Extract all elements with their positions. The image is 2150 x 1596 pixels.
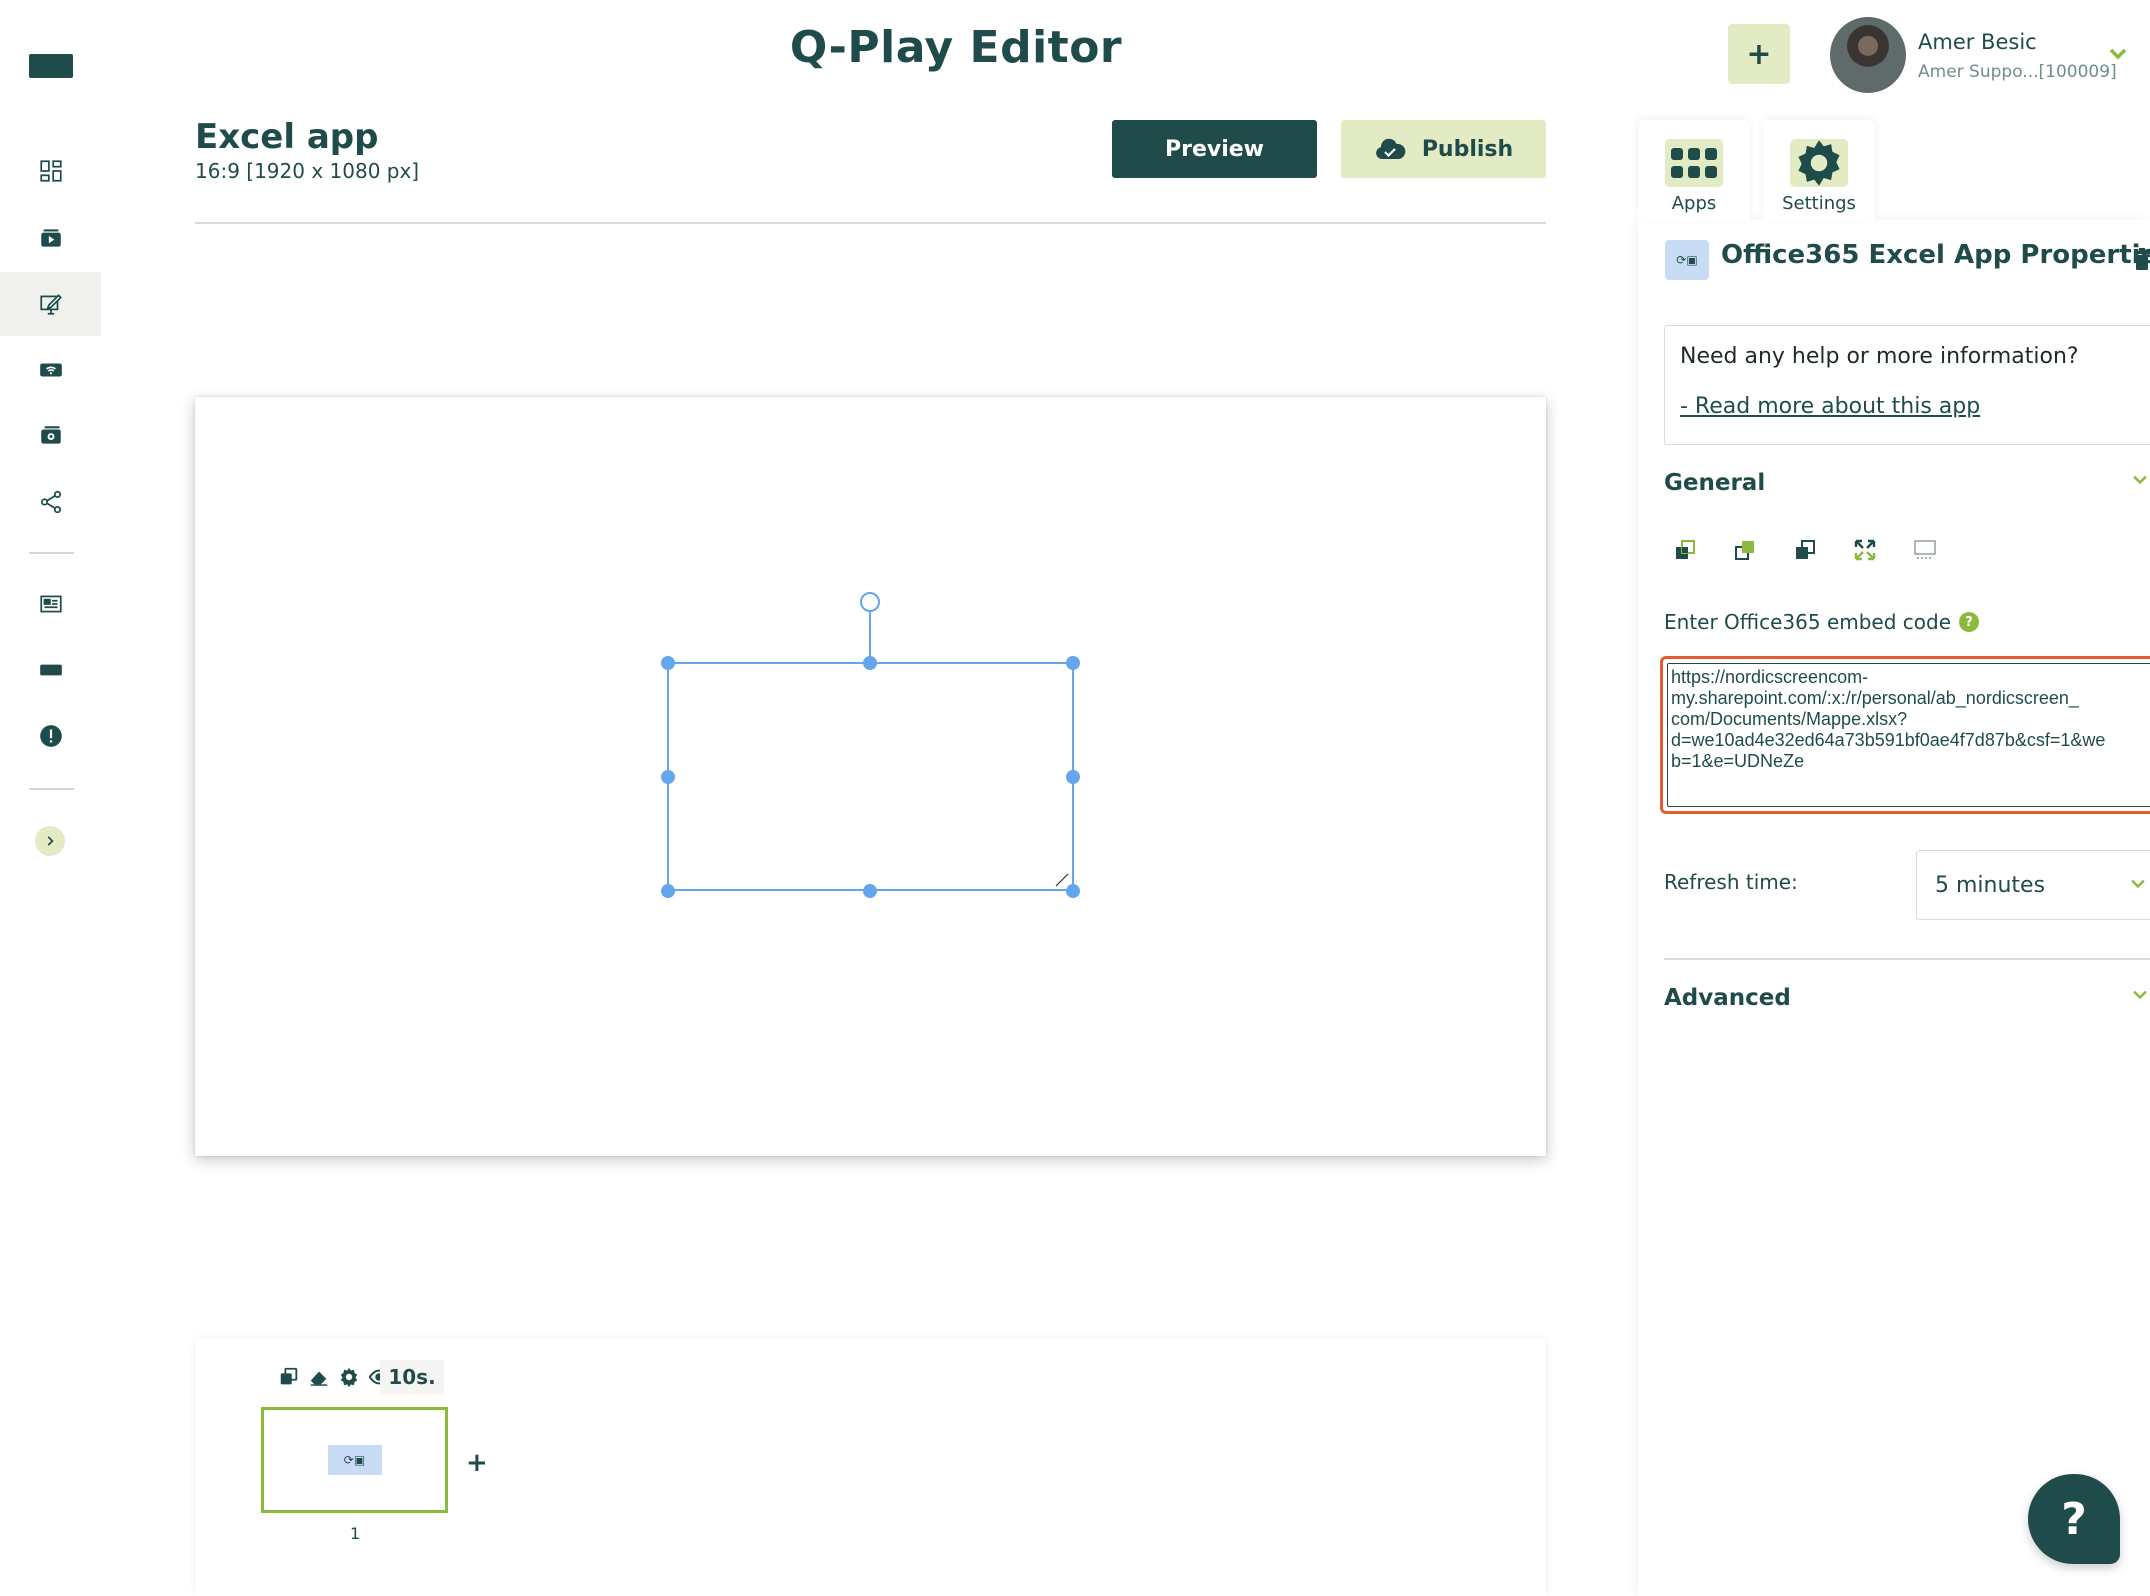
slide-toolbar bbox=[278, 1366, 390, 1388]
sidebar-divider bbox=[29, 552, 74, 554]
excel-app-icon: ⟳▣ bbox=[327, 1445, 382, 1475]
settings-icon bbox=[1790, 139, 1848, 187]
refresh-time-select[interactable]: 5 minutes bbox=[1916, 850, 2150, 920]
sidebar-item-player[interactable] bbox=[0, 338, 101, 402]
player-icon bbox=[39, 363, 62, 377]
duplicate-icon[interactable] bbox=[278, 1366, 300, 1388]
trash-icon[interactable] bbox=[2134, 248, 2150, 272]
sidebar-item-playlist[interactable] bbox=[0, 404, 101, 468]
avatar[interactable] bbox=[1830, 17, 1906, 93]
user-name[interactable]: Amer Besic bbox=[1918, 30, 2037, 54]
project-resolution: 16:9 [1920 x 1080 px] bbox=[195, 159, 420, 183]
eraser-icon[interactable] bbox=[308, 1366, 330, 1388]
publish-label: Publish bbox=[1421, 136, 1514, 162]
panel-title: Office365 Excel App Properties bbox=[1721, 240, 2150, 270]
project-name: Excel app bbox=[195, 117, 379, 157]
refresh-time-label: Refresh time: bbox=[1664, 870, 1798, 894]
resize-grip-icon bbox=[1055, 873, 1069, 887]
embed-code-label: Enter Office365 embed code ? bbox=[1664, 610, 1980, 634]
embed-code-textarea[interactable]: https://nordicscreencom- my.sharepoint.c… bbox=[1667, 663, 2150, 807]
add-button[interactable]: + bbox=[1728, 24, 1790, 84]
help-question: Need any help or more information? bbox=[1680, 344, 2079, 369]
header-divider bbox=[195, 222, 1546, 224]
tab-apps[interactable]: Apps bbox=[1638, 120, 1750, 220]
sidebar-item-media[interactable] bbox=[0, 206, 101, 270]
expand-sidebar-button[interactable] bbox=[35, 826, 65, 856]
slide-number: 1 bbox=[350, 1524, 361, 1543]
sidebar-item-share[interactable] bbox=[0, 470, 101, 534]
alert-icon bbox=[39, 725, 62, 747]
preview-button[interactable]: Preview bbox=[1112, 120, 1317, 178]
send-backward-icon[interactable] bbox=[1793, 538, 1817, 562]
tab-settings-label: Settings bbox=[1782, 193, 1856, 214]
embed-code-field[interactable]: https://nordicscreencom- my.sharepoint.c… bbox=[1660, 656, 2150, 814]
editor-icon bbox=[39, 294, 62, 315]
resize-handle-right[interactable] bbox=[1066, 770, 1080, 784]
user-account: Amer Suppo...[100009] bbox=[1918, 62, 2117, 82]
sidebar-item-news[interactable] bbox=[0, 572, 101, 636]
refresh-time-value: 5 minutes bbox=[1935, 872, 2046, 898]
news-icon bbox=[39, 595, 62, 613]
sidebar-item-alert[interactable] bbox=[0, 704, 101, 768]
rotation-line bbox=[869, 610, 871, 662]
cloud-upload-icon bbox=[1375, 138, 1406, 159]
sidebar-item-dashboard[interactable] bbox=[0, 139, 101, 203]
media-icon bbox=[40, 229, 61, 247]
playlist-icon bbox=[40, 426, 61, 444]
left-sidebar bbox=[0, 0, 101, 1596]
tab-apps-label: Apps bbox=[1671, 193, 1717, 214]
excel-app-icon: ⟳▣ bbox=[1665, 240, 1709, 280]
resize-handle-bottom-left[interactable] bbox=[661, 884, 675, 898]
sidebar-item-editor[interactable] bbox=[0, 272, 101, 336]
resize-handle-top[interactable] bbox=[863, 656, 877, 670]
chevron-down-icon[interactable] bbox=[2128, 874, 2148, 894]
alignment-toolbar bbox=[1673, 538, 1937, 562]
add-slide-button[interactable]: + bbox=[466, 1448, 488, 1478]
app-title: Q-Play Editor bbox=[789, 22, 1123, 73]
sidebar-item-screen[interactable] bbox=[0, 638, 101, 702]
apps-icon bbox=[1665, 139, 1723, 187]
chevron-down-icon[interactable] bbox=[2130, 985, 2150, 1005]
resize-handle-bottom[interactable] bbox=[863, 884, 877, 898]
help-chat-button[interactable]: ? bbox=[2028, 1474, 2120, 1564]
selected-app-frame[interactable] bbox=[667, 662, 1074, 891]
sidebar-divider bbox=[29, 788, 74, 790]
chevron-down-icon[interactable] bbox=[2106, 42, 2130, 66]
read-more-link[interactable]: - Read more about this app bbox=[1680, 394, 1980, 419]
share-icon bbox=[40, 490, 61, 514]
bring-forward-icon[interactable] bbox=[1733, 538, 1757, 562]
dashboard-icon bbox=[39, 160, 62, 182]
section-divider bbox=[1664, 958, 2150, 960]
bring-to-front-icon[interactable] bbox=[1673, 538, 1697, 562]
resize-handle-top-left[interactable] bbox=[661, 656, 675, 670]
slide-thumbnail[interactable]: ⟳▣ bbox=[261, 1407, 448, 1513]
advanced-section-header[interactable]: Advanced bbox=[1664, 985, 1791, 1011]
help-box bbox=[1664, 325, 2150, 445]
help-icon[interactable]: ? bbox=[1959, 612, 1980, 632]
screen-layout-icon[interactable] bbox=[1913, 538, 1937, 562]
embed-code-label-text: Enter Office365 embed code bbox=[1664, 610, 1952, 634]
tab-settings[interactable]: Settings bbox=[1763, 120, 1875, 220]
gear-icon[interactable] bbox=[338, 1366, 360, 1388]
screen-icon bbox=[39, 664, 62, 676]
fullscreen-icon[interactable] bbox=[1853, 538, 1877, 562]
resize-handle-top-right[interactable] bbox=[1066, 656, 1080, 670]
chevron-right-icon bbox=[47, 836, 54, 846]
publish-button[interactable]: Publish bbox=[1341, 120, 1546, 178]
slide-duration[interactable]: 10s. bbox=[380, 1360, 444, 1394]
chevron-down-icon[interactable] bbox=[2130, 470, 2150, 490]
resize-handle-left[interactable] bbox=[661, 770, 675, 784]
general-section-header[interactable]: General bbox=[1664, 470, 1765, 496]
preview-label: Preview bbox=[1164, 136, 1265, 162]
rotate-handle[interactable] bbox=[860, 592, 880, 612]
